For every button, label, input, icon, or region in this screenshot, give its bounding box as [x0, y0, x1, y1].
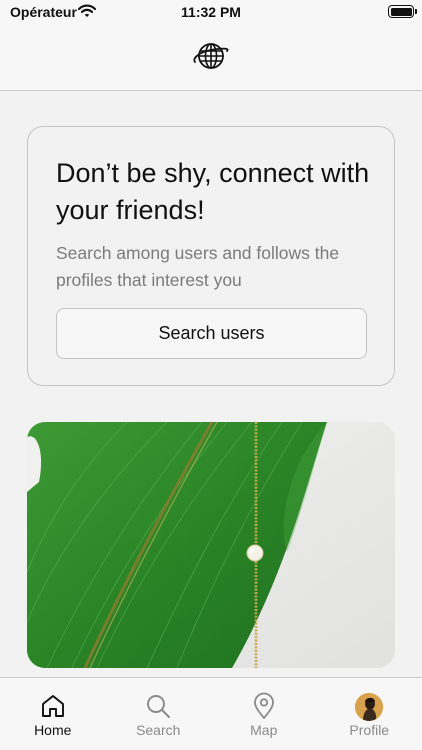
map-pin-icon — [253, 692, 274, 719]
feature-image[interactable] — [27, 422, 395, 668]
card-title: Don’t be shy, connect with your friends! — [56, 158, 370, 225]
tab-map[interactable]: Map — [211, 678, 317, 750]
battery-icon — [388, 5, 417, 18]
tab-label: Home — [34, 722, 72, 738]
globe-icon — [193, 43, 229, 69]
search-icon — [147, 695, 171, 718]
tab-home[interactable]: Home — [0, 678, 106, 750]
tab-label: Profile — [349, 722, 390, 738]
connect-card: Don’t be shy, connect with your friends!… — [27, 126, 395, 386]
tab-profile[interactable]: Profile — [317, 678, 422, 750]
tab-label: Map — [250, 722, 278, 738]
avatar — [355, 693, 384, 721]
search-users-button[interactable]: Search users — [56, 308, 367, 359]
leaf-photo — [27, 422, 395, 668]
app-header — [0, 26, 422, 91]
status-bar: Opérateur 11:32 PM — [0, 0, 422, 26]
home-icon — [41, 695, 64, 717]
tab-bar: Home Search Map Profile — [0, 677, 422, 750]
card-subtitle: Search among users and follows the profi… — [56, 243, 340, 290]
tab-label: Search — [136, 722, 181, 738]
tab-search[interactable]: Search — [106, 678, 212, 750]
status-time: 11:32 PM — [181, 4, 241, 20]
